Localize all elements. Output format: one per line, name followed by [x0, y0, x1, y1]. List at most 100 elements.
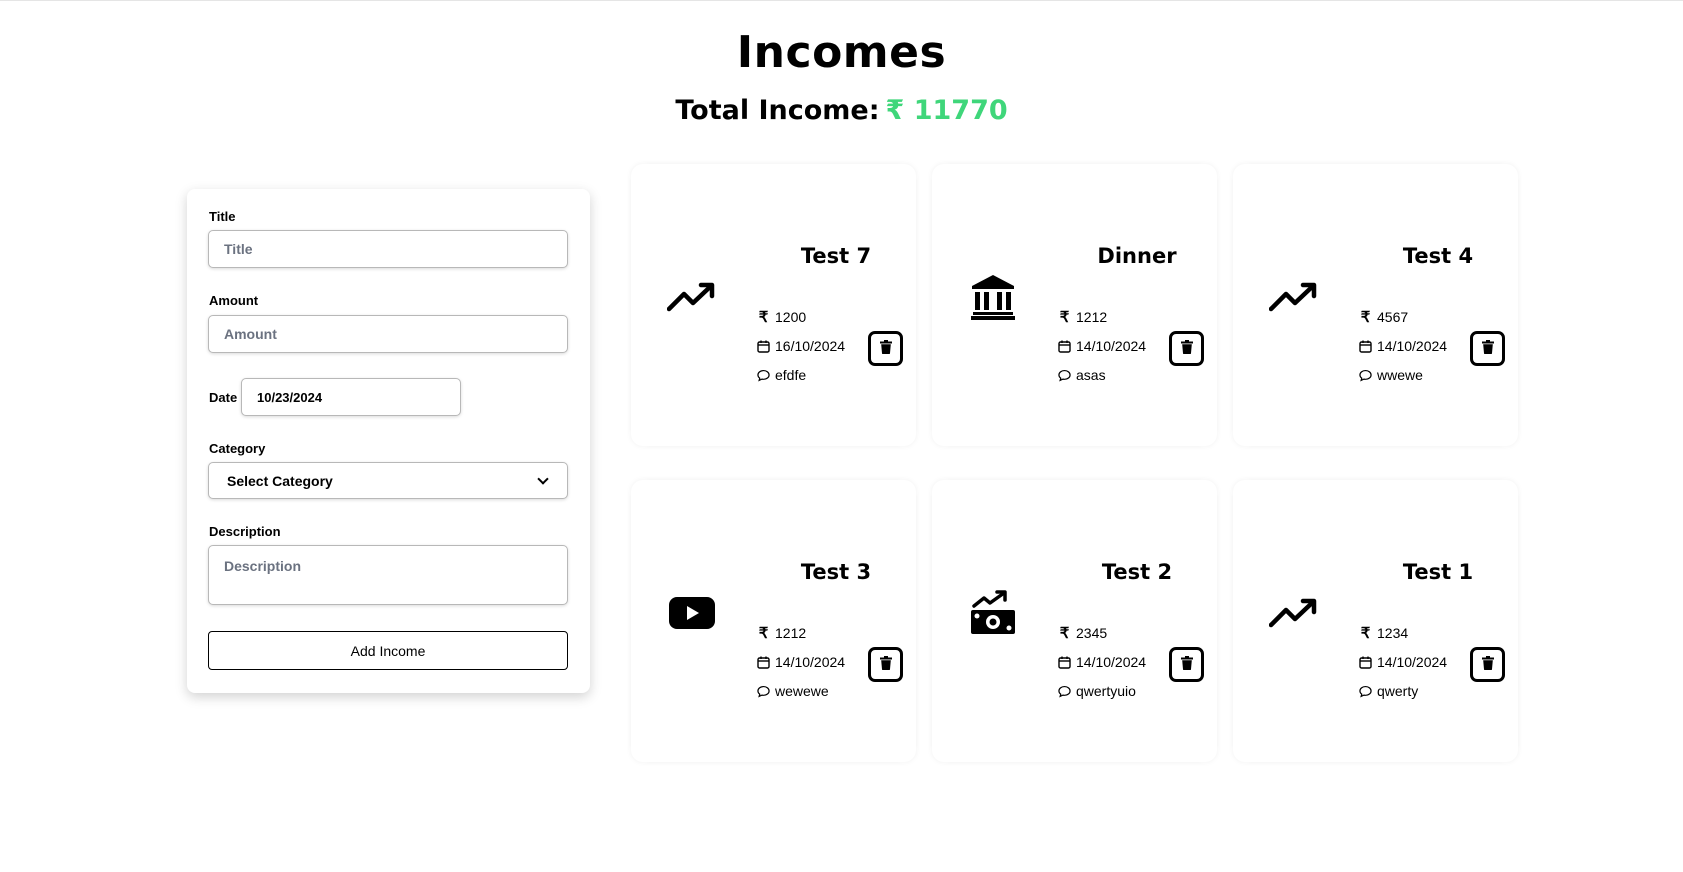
income-amount-value: 1200 — [775, 309, 807, 325]
income-amount: ₹ 1234 — [1359, 625, 1409, 642]
rupee-icon: ₹ — [1360, 625, 1371, 642]
income-card: Dinner ₹ 1212 14/10/2024 asas — [932, 164, 1217, 446]
calendar-icon — [757, 340, 770, 353]
income-description-value: efdfe — [775, 367, 807, 383]
delete-button[interactable] — [1169, 647, 1204, 682]
bank-icon — [968, 272, 1018, 322]
income-date-value: 14/10/2024 — [1076, 654, 1147, 670]
rupee-icon: ₹ — [1059, 625, 1070, 642]
income-amount-value: 1212 — [1076, 309, 1108, 325]
delete-button[interactable] — [1470, 647, 1505, 682]
total-income: Total Income: ₹ 11770 — [0, 95, 1683, 126]
income-date: 14/10/2024 — [1359, 338, 1447, 354]
calendar-icon — [1359, 656, 1372, 669]
income-date: 14/10/2024 — [757, 654, 845, 670]
income-date-value: 14/10/2024 — [1076, 338, 1147, 354]
income-card: Test 3 ₹ 1212 14/10/2024 wewewe — [631, 480, 916, 762]
trending-up-icon — [1269, 272, 1319, 322]
trash-icon — [879, 339, 892, 358]
trash-icon — [1180, 655, 1193, 674]
delete-button[interactable] — [868, 647, 903, 682]
income-card: Test 7 ₹ 1200 16/10/2024 efdfe — [631, 164, 916, 446]
income-description: qwertyuio — [1058, 683, 1136, 699]
amount-input[interactable]: Amount — [208, 315, 568, 353]
comment-icon — [1058, 369, 1071, 382]
trash-icon — [1481, 339, 1494, 358]
date-input[interactable]: 10/23/2024 — [241, 378, 461, 416]
income-date: 16/10/2024 — [757, 338, 845, 354]
income-title: Test 7 — [800, 244, 872, 268]
income-description-value: qwerty — [1377, 683, 1419, 699]
comment-icon — [757, 685, 770, 698]
income-amount-value: 4567 — [1377, 309, 1409, 325]
income-amount-value: 2345 — [1076, 625, 1108, 641]
income-description: wwewe — [1359, 367, 1423, 383]
income-date-value: 14/10/2024 — [775, 654, 846, 670]
income-amount: ₹ 4567 — [1359, 309, 1409, 326]
income-description-value: wwewe — [1377, 367, 1423, 383]
trash-icon — [879, 655, 892, 674]
income-date: 14/10/2024 — [1058, 654, 1146, 670]
income-description: asas — [1058, 367, 1106, 383]
income-title: Test 2 — [1101, 560, 1173, 584]
rupee-icon: ₹ — [1360, 309, 1371, 326]
comment-icon — [1058, 685, 1071, 698]
income-amount: ₹ 1212 — [1058, 309, 1108, 326]
youtube-icon — [667, 588, 717, 638]
income-date: 14/10/2024 — [1359, 654, 1447, 670]
rupee-icon: ₹ — [758, 625, 769, 642]
income-description: qwerty — [1359, 683, 1418, 699]
category-selected: Select Category — [227, 472, 333, 489]
description-textarea[interactable]: Description — [208, 545, 568, 605]
trending-up-icon — [1269, 588, 1319, 638]
money-growth-icon — [968, 588, 1018, 638]
income-amount-value: 1234 — [1377, 625, 1409, 641]
comment-icon — [757, 369, 770, 382]
title-input[interactable]: Title — [208, 230, 568, 268]
income-amount: ₹ 1200 — [757, 309, 807, 326]
trash-icon — [1481, 655, 1494, 674]
income-description-value: asas — [1076, 367, 1106, 383]
income-description-value: wewewe — [775, 683, 829, 699]
calendar-icon — [757, 656, 770, 669]
total-income-label: Total Income: — [675, 95, 880, 126]
comment-icon — [1359, 685, 1372, 698]
category-select[interactable]: Select Category — [208, 462, 568, 499]
trash-icon — [1180, 339, 1193, 358]
delete-button[interactable] — [1470, 331, 1505, 366]
description-label: Description — [209, 524, 281, 539]
income-card: Test 2 ₹ 2345 14/10/2024 qwertyuio — [932, 480, 1217, 762]
calendar-icon — [1058, 656, 1071, 669]
calendar-icon — [1058, 340, 1071, 353]
income-amount-value: 1212 — [775, 625, 807, 641]
income-date-value: 14/10/2024 — [1377, 654, 1448, 670]
income-title: Test 4 — [1402, 244, 1474, 268]
chevron-down-icon — [537, 472, 549, 485]
income-amount: ₹ 2345 — [1058, 625, 1108, 642]
rupee-icon: ₹ — [1059, 309, 1070, 326]
total-income-value: ₹ 11770 — [885, 95, 1008, 126]
income-title: Test 1 — [1402, 560, 1474, 584]
trending-up-icon — [667, 272, 717, 322]
date-label: Date — [209, 390, 238, 405]
income-amount: ₹ 1212 — [757, 625, 807, 642]
calendar-icon — [1359, 340, 1372, 353]
add-income-button[interactable]: Add Income — [208, 631, 568, 670]
income-description: wewewe — [757, 683, 829, 699]
income-date-value: 16/10/2024 — [775, 338, 846, 354]
income-card: Test 4 ₹ 4567 14/10/2024 wwewe — [1233, 164, 1518, 446]
income-card: Test 1 ₹ 1234 14/10/2024 qwerty — [1233, 480, 1518, 762]
income-description-value: qwertyuio — [1076, 683, 1136, 699]
income-title: Dinner — [1097, 244, 1177, 268]
amount-label: Amount — [209, 293, 259, 308]
income-date-value: 14/10/2024 — [1377, 338, 1448, 354]
comment-icon — [1359, 369, 1372, 382]
delete-button[interactable] — [1169, 331, 1204, 366]
rupee-icon: ₹ — [758, 309, 769, 326]
income-description: efdfe — [757, 367, 806, 383]
title-label: Title — [209, 209, 236, 224]
delete-button[interactable] — [868, 331, 903, 366]
income-title: Test 3 — [800, 560, 872, 584]
income-form: Title Title Amount Amount Date 10/23/202… — [187, 189, 590, 693]
category-label: Category — [209, 441, 266, 456]
